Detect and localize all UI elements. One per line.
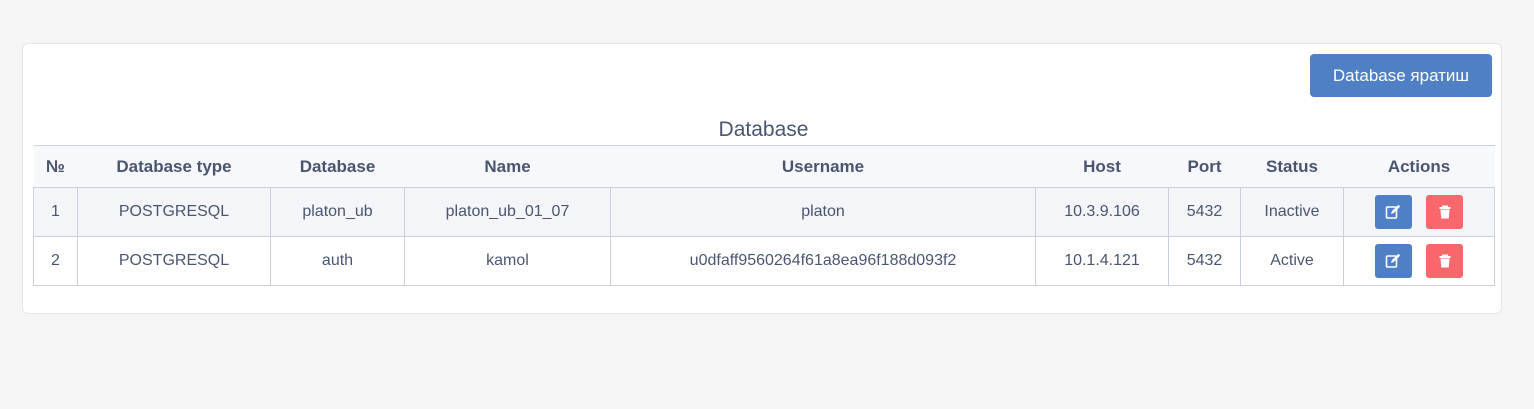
table-header-row: № Database type Database Name Username H… (33, 145, 1495, 188)
cell-host: 10.1.4.121 (1035, 236, 1169, 286)
database-table: № Database type Database Name Username H… (33, 145, 1495, 286)
cell-host: 10.3.9.106 (1035, 187, 1169, 237)
cell-database-type: POSTGRESQL (77, 187, 271, 237)
header-number: № (33, 145, 78, 188)
delete-button[interactable] (1426, 195, 1464, 229)
header-status: Status (1240, 145, 1344, 188)
cell-actions (1343, 187, 1495, 237)
trash-icon (1439, 205, 1451, 219)
cell-number: 2 (33, 236, 78, 286)
cell-actions (1343, 236, 1495, 286)
cell-username: platon (610, 187, 1036, 237)
edit-icon (1385, 253, 1401, 268)
table-row: 2 POSTGRESQL auth kamol u0dfaff9560264f6… (33, 236, 1495, 286)
cell-number: 1 (33, 187, 78, 237)
edit-button[interactable] (1374, 195, 1412, 229)
cell-status: Active (1240, 236, 1344, 286)
cell-database: auth (270, 236, 405, 286)
header-name: Name (404, 145, 611, 188)
database-card: Database яратиш Database № Database type… (22, 43, 1502, 314)
edit-icon (1385, 204, 1401, 219)
header-database-type: Database type (77, 145, 271, 188)
delete-button[interactable] (1426, 244, 1464, 278)
edit-button[interactable] (1374, 244, 1412, 278)
header-actions: Actions (1343, 145, 1495, 188)
cell-database: platon_ub (270, 187, 405, 237)
cell-name: kamol (404, 236, 611, 286)
cell-name: platon_ub_01_07 (404, 187, 611, 237)
header-host: Host (1035, 145, 1169, 188)
create-database-button[interactable]: Database яратиш (1310, 54, 1492, 97)
cell-port: 5432 (1168, 187, 1241, 237)
header-database: Database (270, 145, 405, 188)
cell-status: Inactive (1240, 187, 1344, 237)
cell-username: u0dfaff9560264f61a8ea96f188d093f2 (610, 236, 1036, 286)
trash-icon (1439, 254, 1451, 268)
table-title: Database (718, 118, 809, 141)
header-port: Port (1168, 145, 1241, 188)
table-row: 1 POSTGRESQL platon_ub platon_ub_01_07 p… (33, 187, 1495, 237)
cell-port: 5432 (1168, 236, 1241, 286)
cell-database-type: POSTGRESQL (77, 236, 271, 286)
header-username: Username (610, 145, 1036, 188)
